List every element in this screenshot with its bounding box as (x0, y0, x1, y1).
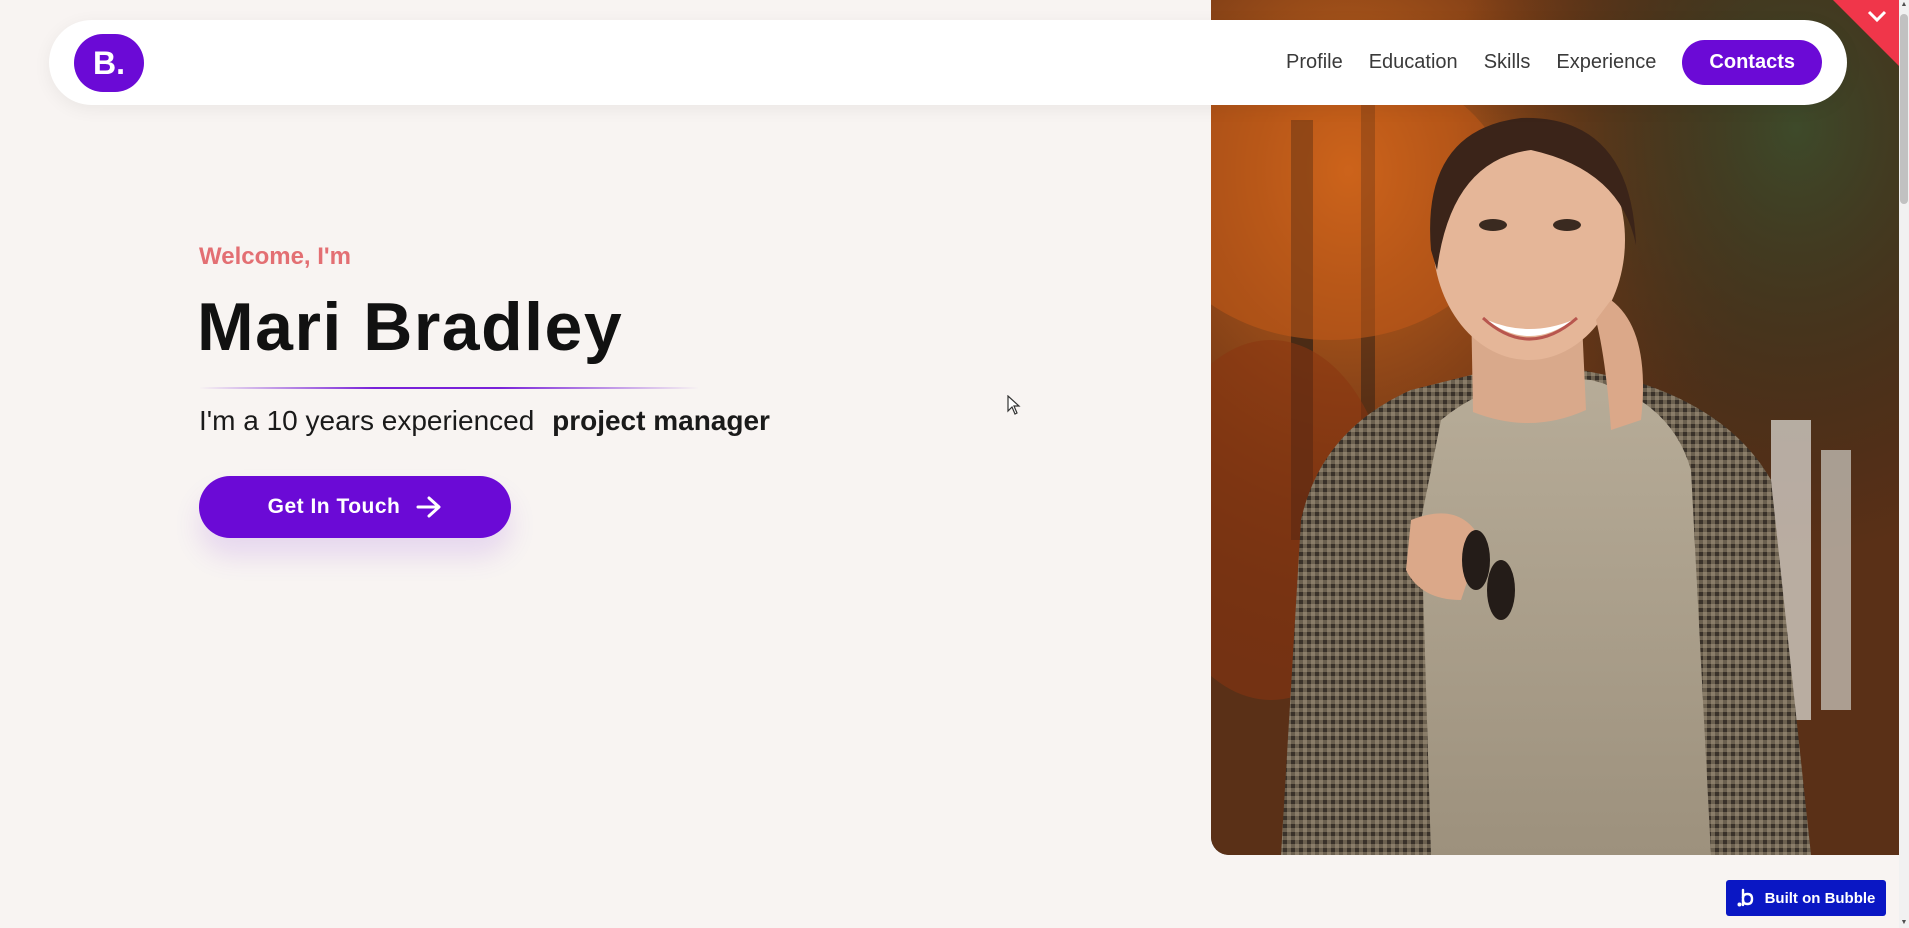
cta-label: Get In Touch (267, 495, 401, 518)
scroll-thumb[interactable] (1900, 14, 1908, 204)
contacts-label: Contacts (1709, 51, 1795, 73)
arrow-right-icon (416, 496, 442, 518)
contacts-button[interactable]: Contacts (1682, 40, 1822, 85)
navbar: B. Profile Education Skills Experience C… (49, 20, 1847, 105)
corner-ribbon[interactable] (1833, 0, 1899, 66)
nav-link-education[interactable]: Education (1369, 51, 1458, 74)
logo-text: B. (93, 44, 125, 81)
nav-link-experience[interactable]: Experience (1556, 51, 1656, 74)
scroll-down-icon[interactable]: ▼ (1899, 918, 1909, 928)
badge-label: Built on Bubble (1764, 889, 1876, 907)
get-in-touch-button[interactable]: Get In Touch (199, 476, 511, 538)
hero-photo (1211, 0, 1899, 855)
bubble-logo-icon (1737, 888, 1755, 908)
page: B. Profile Education Skills Experience C… (0, 0, 1909, 928)
welcome-text: Welcome, I'm (199, 243, 351, 270)
tagline: I'm a 10 years experienced project manag… (199, 405, 770, 437)
built-on-bubble-badge[interactable]: Built on Bubble (1726, 880, 1886, 916)
tagline-role: project manager (552, 405, 770, 436)
mouse-cursor-icon (1007, 394, 1021, 415)
chevron-down-icon (1833, 0, 1899, 66)
logo-button[interactable]: B. (74, 34, 144, 92)
tagline-prefix: I'm a 10 years experienced (199, 405, 535, 436)
nav-links: Profile Education Skills Experience Cont… (1260, 40, 1822, 85)
name-underline (199, 387, 699, 389)
nav-link-skills[interactable]: Skills (1484, 51, 1531, 74)
portrait-illustration (1211, 0, 1899, 855)
nav-link-profile[interactable]: Profile (1286, 51, 1343, 74)
scrollbar[interactable]: ▲ ▼ (1899, 0, 1909, 928)
scroll-up-icon[interactable]: ▲ (1899, 0, 1909, 10)
hero-name: Mari Bradley (197, 289, 624, 365)
